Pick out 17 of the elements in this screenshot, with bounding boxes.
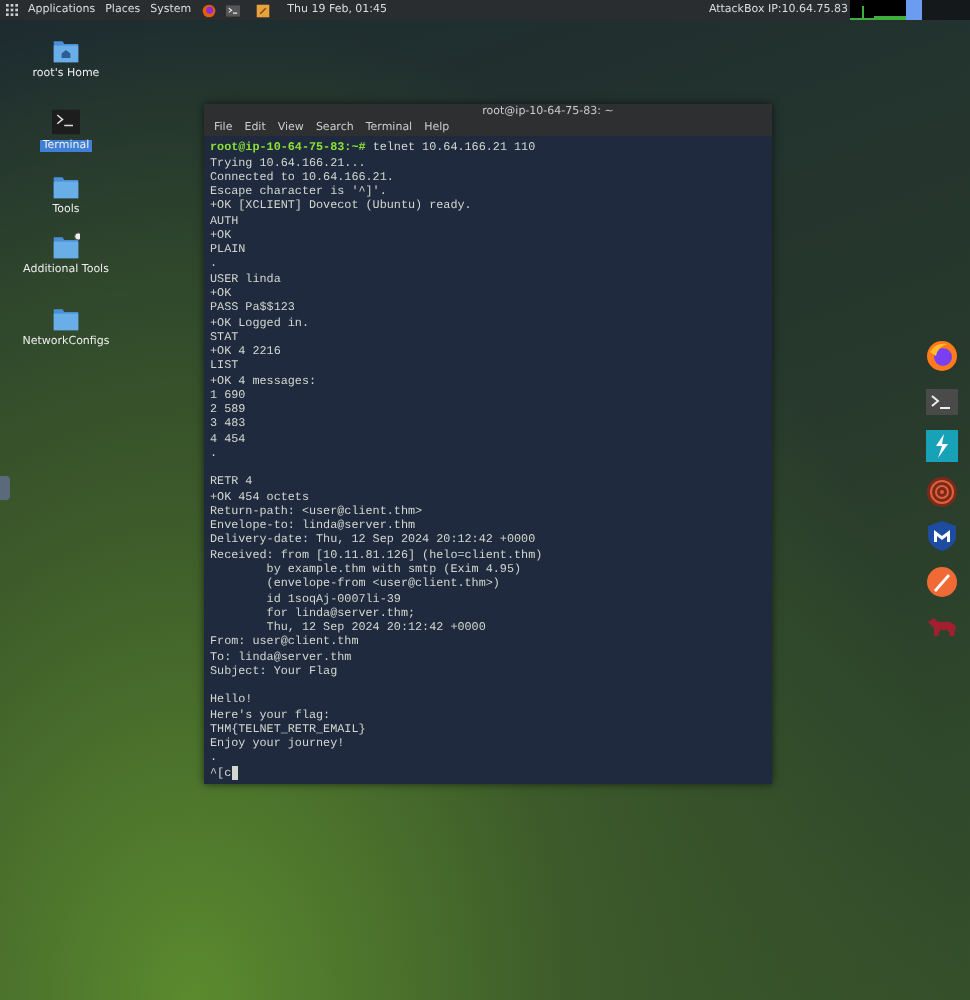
folder-shortcut-icon[interactable] bbox=[52, 232, 80, 260]
lightning-icon[interactable] bbox=[926, 430, 958, 462]
side-handle[interactable] bbox=[0, 476, 10, 500]
folder-icon[interactable] bbox=[52, 304, 80, 332]
apps-grid-icon[interactable] bbox=[6, 4, 18, 16]
terminal-icon[interactable] bbox=[926, 385, 958, 417]
notes-icon[interactable] bbox=[255, 3, 270, 17]
workspace-switcher[interactable] bbox=[906, 0, 922, 20]
home-folder-icon[interactable] bbox=[52, 36, 80, 64]
cpu-graph bbox=[850, 0, 906, 20]
target-icon[interactable] bbox=[926, 475, 958, 507]
pen-icon[interactable] bbox=[926, 565, 958, 597]
shield-icon[interactable] bbox=[926, 520, 958, 552]
terminal-icon[interactable] bbox=[225, 3, 240, 17]
folder-icon[interactable] bbox=[52, 172, 80, 200]
terminal-icon[interactable] bbox=[52, 108, 80, 136]
workspace-switcher[interactable] bbox=[922, 0, 970, 20]
